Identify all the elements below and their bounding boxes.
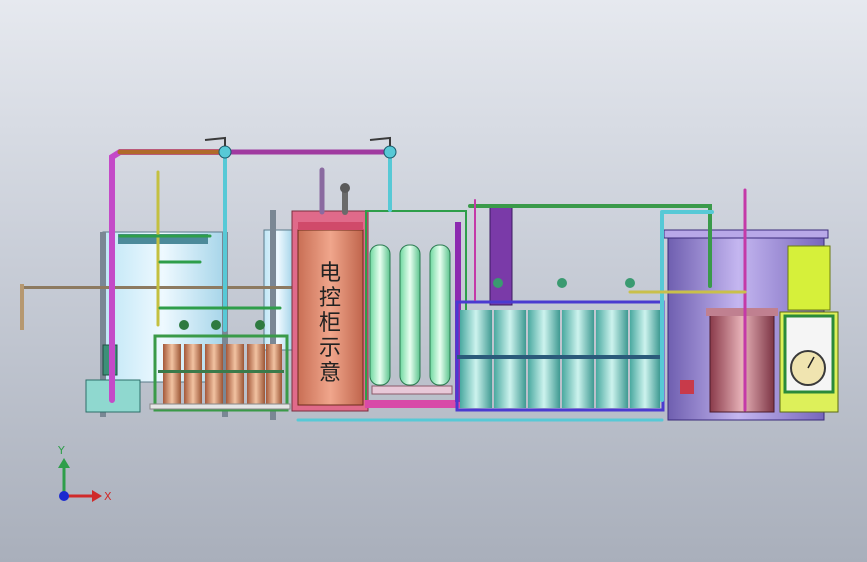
water-tank-bank (455, 278, 665, 412)
cartridge-filter-bank (149, 334, 291, 412)
cabinet-label-char-2: 控 (319, 286, 341, 311)
x-axis-label: X (104, 490, 112, 503)
membrane-vessels (365, 210, 467, 408)
control-panel (779, 245, 839, 413)
rail-post (20, 284, 24, 330)
small-tank-cap (706, 308, 778, 316)
small-tank (709, 311, 775, 413)
rack-frame (489, 204, 513, 306)
coordinate-triad (58, 458, 102, 502)
cabinet-label-char-1: 电 (319, 261, 341, 286)
cabinet-label-char-5: 意 (319, 361, 341, 386)
cad-viewport[interactable]: 电 控 柜 示 意 Y X (0, 0, 867, 562)
y-axis-label: Y (57, 444, 65, 457)
equipment-drawing: 电 控 柜 示 意 Y X (20, 136, 839, 503)
cabinet-label-char-3: 柜 (319, 311, 341, 336)
cabinet-label-char-4: 示 (319, 336, 341, 361)
